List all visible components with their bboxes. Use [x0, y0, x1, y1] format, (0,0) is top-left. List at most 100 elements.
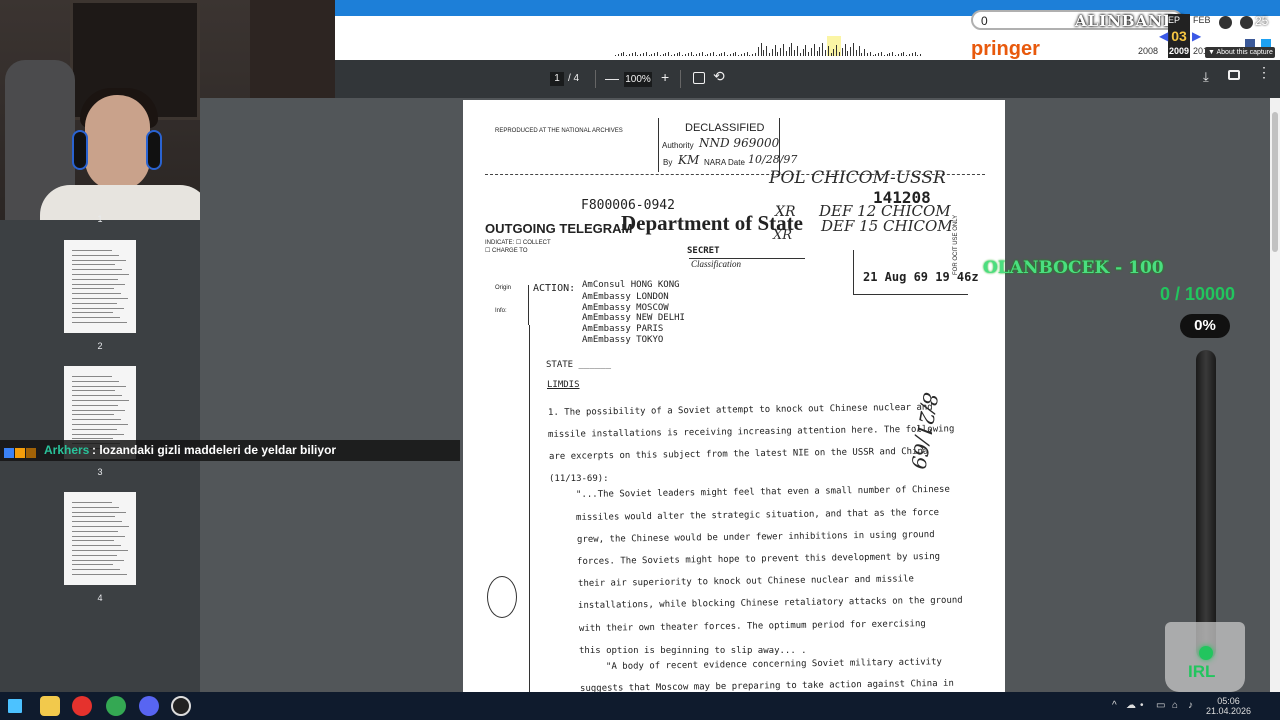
timeline-bar — [774, 45, 776, 56]
prev-year[interactable]: 2008 — [1138, 46, 1158, 56]
timeline-bar — [766, 46, 768, 56]
timeline-bar — [721, 53, 723, 56]
timeline-bar — [886, 54, 888, 56]
thumbnail-text-line — [72, 264, 115, 266]
capture-calendar[interactable]: EP EP FEB ◀ 03 ▶ 2008 2009 2010 — [1135, 14, 1215, 58]
zoom-level-input[interactable]: 100% — [624, 72, 652, 87]
badge-icon — [4, 448, 14, 458]
taskbar-clock[interactable]: 05:06 21.04.2026 — [1206, 696, 1251, 716]
addressee: AmEmbassy LONDON — [582, 292, 669, 302]
timeline-bar — [640, 54, 642, 56]
pdf-scrollbar[interactable] — [1270, 98, 1280, 692]
chat-message: Arkhers : lozandaki gizli maddeleri de y… — [0, 440, 460, 461]
thumbnail-text-line — [72, 502, 112, 503]
volume-icon[interactable]: ♪ — [1188, 700, 1193, 711]
timeline-bar — [665, 53, 667, 56]
timeline-bar — [830, 53, 832, 56]
page-thumbnail[interactable] — [64, 240, 136, 333]
mic-icon[interactable]: • — [1140, 700, 1144, 711]
timeline-bar — [827, 46, 829, 56]
overlay-counter: 25 — [1255, 14, 1269, 28]
user-icon[interactable] — [1219, 16, 1232, 29]
timeline-bar — [732, 53, 734, 56]
page-total: / 4 — [568, 73, 580, 84]
zoom-out-icon[interactable]: — — [605, 70, 619, 86]
download-icon[interactable]: ⤓ — [1203, 69, 1209, 85]
rotate-icon[interactable]: ⟲ — [713, 68, 725, 85]
timeline-bar — [892, 52, 894, 56]
help-icon[interactable] — [1240, 16, 1254, 29]
next-month[interactable]: FEB — [1193, 15, 1211, 25]
capture-timeline[interactable] — [615, 36, 925, 56]
timeline-bar — [878, 53, 880, 56]
thumbnail-text-line — [72, 433, 124, 435]
timeline-bar — [634, 52, 636, 56]
url-value: 0 — [981, 14, 988, 28]
discord-icon[interactable] — [139, 696, 159, 716]
timeline-bar — [909, 54, 910, 56]
handwritten-def15: DEF 15 CHICOM — [821, 217, 953, 235]
timeline-bar — [645, 52, 647, 56]
quote2-line: "A body of recent evidence concerning So… — [605, 657, 942, 672]
timeline-bar — [760, 43, 762, 56]
by-label: By — [663, 158, 673, 167]
timeline-bar — [637, 55, 639, 56]
thumbnail-text-line — [72, 395, 122, 397]
timeline-bar — [811, 48, 812, 56]
thumbnail-text-line — [72, 312, 113, 314]
zoom-in-icon[interactable]: + — [661, 69, 669, 85]
page-number-input[interactable]: 1 — [550, 72, 564, 86]
fit-page-icon[interactable] — [693, 72, 705, 84]
more-options-icon[interactable]: ⋮ — [1257, 65, 1271, 79]
toolbar-divider — [595, 70, 596, 88]
thumbnail-text-line — [72, 428, 117, 430]
prev-arrow-icon[interactable]: ◀ — [1159, 29, 1168, 43]
goal-label: OLANBOCEK - 100 — [983, 258, 1164, 278]
file-explorer-icon[interactable] — [40, 696, 60, 716]
windows-start-icon[interactable] — [8, 699, 22, 713]
thumbnail-text-line — [72, 559, 124, 561]
print-icon[interactable] — [1228, 70, 1240, 80]
tray-arrow-icon[interactable]: ^ — [1112, 700, 1117, 711]
timeline-bar — [825, 50, 826, 56]
timeline-bar — [724, 52, 726, 56]
obs-icon[interactable] — [171, 696, 191, 716]
timeline-bar — [654, 53, 656, 56]
timeline-bar — [805, 45, 807, 56]
addressee: AmEmbassy MOSCOW — [582, 303, 669, 313]
handwritten-topic: POL CHICOM-USSR — [769, 168, 946, 188]
timeline-bar — [701, 52, 703, 56]
timeline-bar — [914, 52, 916, 56]
telegram-title: OUTGOING TELEGRAM — [485, 221, 633, 236]
thumbnail-text-line — [72, 409, 125, 411]
timeline-bar — [850, 47, 852, 56]
thumbnail-text-line — [72, 380, 119, 382]
network-icon[interactable]: ⌂ — [1172, 700, 1178, 711]
headphone-left — [72, 130, 88, 170]
timeline-bar — [900, 53, 902, 56]
timeline-bar — [903, 52, 905, 56]
thumbnail-number: 4 — [97, 593, 103, 603]
chat-badges — [4, 445, 37, 463]
timeline-bar — [816, 51, 818, 56]
scroll-thumb[interactable] — [1272, 112, 1278, 252]
chat-text: : lozandaki gizli maddeleri de yeldar bi… — [92, 443, 337, 457]
onedrive-icon[interactable]: ☁ — [1126, 700, 1136, 711]
timeline-bar — [687, 53, 689, 56]
next-arrow-icon[interactable]: ▶ — [1192, 29, 1201, 43]
opera-icon[interactable] — [72, 696, 92, 716]
thumbnail-text-line — [72, 283, 125, 285]
thumbnail-text-line — [72, 307, 124, 309]
timeline-bar — [685, 54, 686, 56]
timeline-bar — [788, 47, 790, 56]
quote1-line: installations, while blocking Chinese re… — [577, 595, 963, 611]
timeline-bar — [833, 49, 835, 56]
about-capture-link[interactable]: ▼ About this capture — [1205, 47, 1275, 58]
page-thumbnail[interactable] — [64, 492, 136, 585]
pdf-page: REPRODUCED AT THE NATIONAL ARCHIVES DECL… — [463, 100, 1005, 692]
thumbnail-text-line — [72, 419, 121, 421]
classification-label: Classification — [691, 259, 742, 269]
display-icon[interactable]: ▭ — [1156, 700, 1165, 711]
chrome-icon[interactable] — [106, 696, 126, 716]
timeline-bar — [917, 55, 919, 56]
